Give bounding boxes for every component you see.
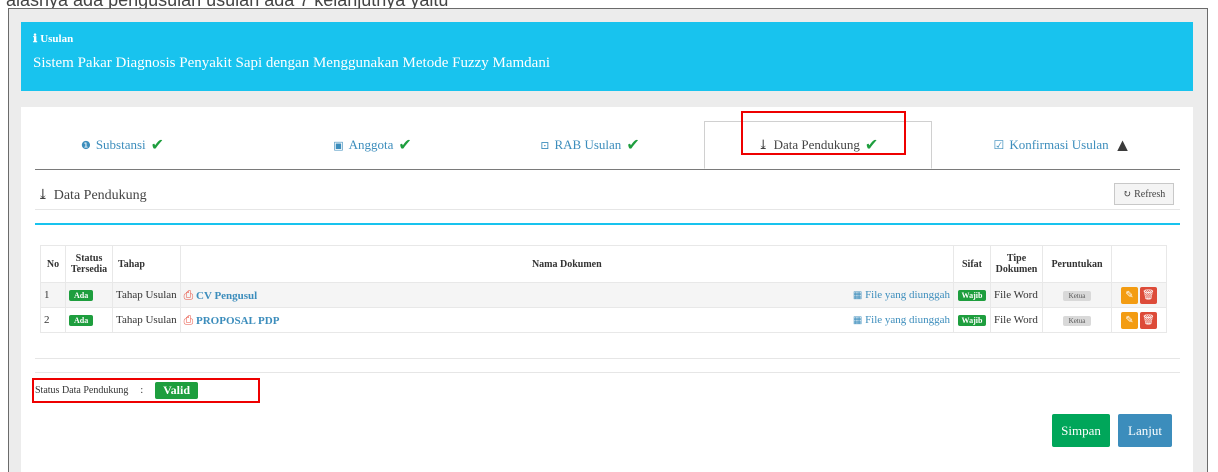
row-tahap: Tahap Usulan (112, 307, 181, 333)
peruntukan-badge: Ketua (1062, 316, 1092, 326)
download-icon: ⤓ (37, 188, 49, 203)
row-tahap: Tahap Usulan (112, 282, 181, 308)
tab-label: Konfirmasi Usulan (1009, 137, 1109, 152)
money-icon: ⊡ (540, 139, 550, 152)
word-file-icon: ▦ (852, 290, 863, 301)
checkbox-icon: ☑ (993, 137, 1005, 152)
check-icon: ✔ (864, 137, 879, 154)
pencil-icon: ✎ (1125, 289, 1134, 301)
status-data-pendukung: Status Data Pendukung : Valid (35, 382, 199, 399)
table-header-row: No Status Tersedia Tahap Nama Dokumen Si… (40, 245, 1167, 283)
trash-icon: 🗑 (1142, 314, 1155, 326)
table-row: 1 Ada Tahap Usulan ⎙ CV Pengusul ▦ File … (40, 282, 1167, 308)
divider (35, 209, 1180, 210)
document-link[interactable]: CV Pengusul (196, 290, 257, 302)
col-tahap: Tahap (112, 245, 181, 283)
tab-anggota[interactable]: ▣ Anggota ✔ (285, 121, 460, 169)
simpan-button[interactable]: Simpan (1052, 414, 1110, 447)
word-file-icon: ▦ (852, 315, 863, 326)
col-status: Status Tersedia (65, 245, 113, 283)
section-title-label: Data Pendukung (53, 187, 147, 203)
col-tipe-dokumen: Tipe Dokumen (990, 245, 1043, 283)
step-tabs: ❶ Substansi ✔ ▣ Anggota ✔ ⊡ RAB Usulan ✔… (35, 121, 1180, 170)
status-label: Status Data Pendukung (35, 385, 129, 396)
peruntukan-badge: Ketua (1062, 291, 1092, 301)
row-tipe: File Word (990, 282, 1043, 308)
tab-label: Anggota (348, 137, 394, 152)
edit-button[interactable]: ✎ (1121, 286, 1138, 304)
sifat-badge: Wajib (957, 315, 987, 326)
usulan-title: Sistem Pakar Diagnosis Penyakit Sapi den… (33, 55, 550, 71)
tab-rab-usulan[interactable]: ⊡ RAB Usulan ✔ (490, 121, 690, 169)
refresh-label: Refresh (1134, 188, 1166, 200)
sifat-badge: Wajib (957, 290, 987, 301)
tab-data-pendukung[interactable]: ⤓ Data Pendukung ✔ (704, 121, 932, 169)
section-title: ⤓ Data Pendukung (37, 187, 147, 204)
document-link[interactable]: PROPOSAL PDP (196, 315, 279, 327)
col-no: No (40, 245, 66, 283)
tab-konfirmasi-usulan[interactable]: ☑ Konfirmasi Usulan ▲ (945, 121, 1180, 169)
usulan-info-header: ℹ Usulan Sistem Pakar Diagnosis Penyakit… (21, 22, 1193, 91)
divider (35, 358, 1180, 359)
tab-label: Data Pendukung (773, 137, 860, 152)
check-icon: ✔ (626, 137, 640, 154)
valid-badge: Valid (155, 382, 199, 399)
tab-substansi[interactable]: ❶ Substansi ✔ (35, 121, 210, 169)
warning-icon: ▲ (1113, 134, 1132, 155)
divider (35, 372, 1180, 373)
trash-icon: 🗑 (1142, 289, 1155, 301)
col-peruntukan: Peruntukan (1042, 245, 1112, 283)
documents-table: No Status Tersedia Tahap Nama Dokumen Si… (40, 245, 1167, 333)
check-icon: ✔ (398, 137, 412, 154)
col-actions (1111, 245, 1167, 283)
tab-label: RAB Usulan (554, 137, 622, 152)
lanjut-button[interactable]: Lanjut (1118, 414, 1172, 447)
delete-button[interactable]: 🗑 (1140, 286, 1157, 304)
edit-button[interactable]: ✎ (1121, 311, 1138, 329)
refresh-icon: ↻ (1122, 188, 1132, 200)
refresh-button[interactable]: ↻ Refresh (1114, 183, 1174, 205)
delete-button[interactable]: 🗑 (1140, 311, 1157, 329)
col-nama-dokumen: Nama Dokumen (179, 245, 955, 283)
col-sifat: Sifat (953, 245, 991, 283)
pencil-icon: ✎ (1125, 314, 1134, 326)
row-tipe: File Word (990, 307, 1043, 333)
info-circle-icon: ❶ (80, 139, 91, 152)
pdf-icon: ⎙ (183, 312, 194, 327)
accent-divider (35, 223, 1180, 225)
info-icon: ℹ (33, 33, 38, 45)
check-icon: ✔ (150, 137, 165, 154)
download-icon: ⤓ (757, 137, 769, 152)
status-separator: : (140, 385, 144, 396)
uploaded-file-link[interactable]: File yang diunggah (865, 289, 950, 301)
row-no: 2 (40, 307, 66, 333)
status-badge: Ada (69, 290, 94, 301)
status-badge: Ada (69, 315, 94, 326)
row-no: 1 (40, 282, 66, 308)
uploaded-file-link[interactable]: File yang diunggah (865, 314, 950, 326)
table-row: 2 Ada Tahap Usulan ⎙ PROPOSAL PDP ▦ File… (40, 307, 1167, 333)
tab-label: Substansi (95, 137, 146, 152)
pdf-icon: ⎙ (183, 287, 194, 302)
info-label: Usulan (40, 32, 74, 45)
person-icon: ▣ (333, 139, 344, 152)
main-panel: ❶ Substansi ✔ ▣ Anggota ✔ ⊡ RAB Usulan ✔… (21, 107, 1193, 472)
